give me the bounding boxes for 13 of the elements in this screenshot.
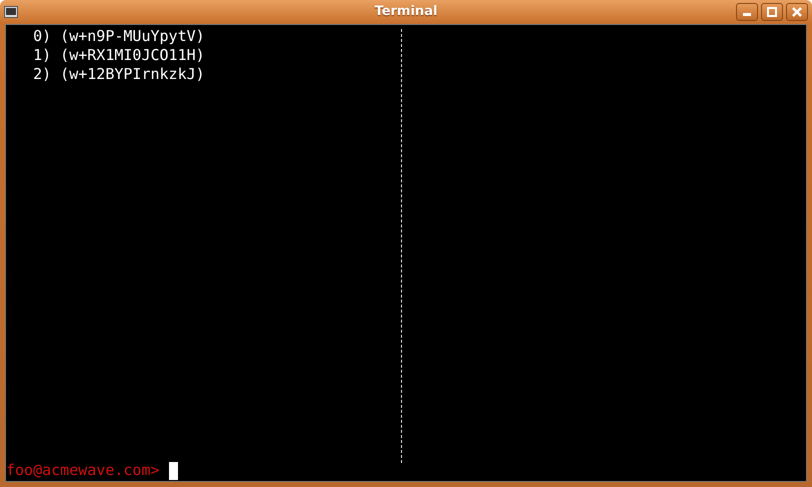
maximize-button[interactable] bbox=[761, 3, 783, 21]
terminal-icon bbox=[4, 6, 18, 18]
output-line: 2) (w+12BYPIrnkzkJ) bbox=[32, 65, 205, 84]
window-title: Terminal bbox=[374, 4, 438, 19]
output-line: 0) (w+n9P-MUuYpytV) bbox=[32, 27, 205, 46]
terminal-screen[interactable]: 0) (w+n9P-MUuYpytV) 1) (w+RX1MI0JCO11H) 2) (w+12BYPIrnkzkJ) foo@acmewave.com> bbox=[5, 24, 807, 482]
shell-prompt: foo@acmewave.com> bbox=[6, 461, 160, 480]
output-line: 1) (w+RX1MI0JCO11H) bbox=[32, 46, 205, 65]
close-icon bbox=[792, 7, 802, 17]
maximize-icon bbox=[767, 7, 777, 17]
text-cursor bbox=[168, 462, 178, 480]
minimize-button[interactable] bbox=[736, 3, 758, 21]
close-button[interactable] bbox=[786, 3, 808, 21]
